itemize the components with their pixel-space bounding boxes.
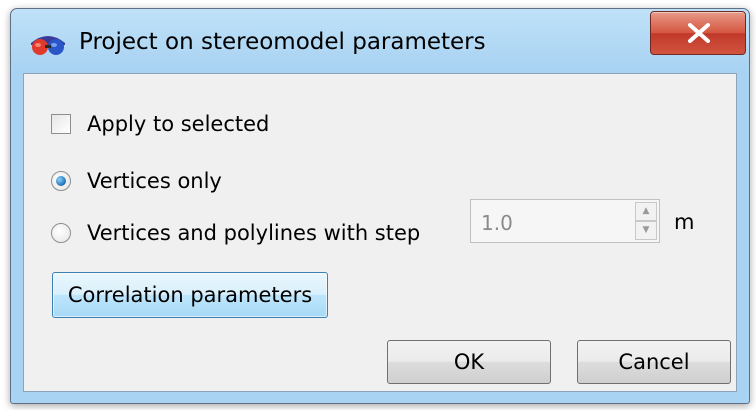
vertices-only-label: Vertices only xyxy=(87,169,222,193)
dialog-window: Project on stereomodel parameters Apply … xyxy=(10,8,750,404)
step-unit-label: m xyxy=(674,210,695,234)
step-value: 1.0 xyxy=(481,211,513,235)
correlation-parameters-button[interactable]: Correlation parameters xyxy=(52,272,328,318)
stereo-glasses-icon xyxy=(29,31,67,57)
vertices-and-polylines-radio[interactable] xyxy=(51,223,71,243)
apply-to-selected-label: Apply to selected xyxy=(87,112,270,136)
close-button[interactable] xyxy=(650,11,746,55)
dialog-title: Project on stereomodel parameters xyxy=(79,29,486,55)
spin-buttons: ▲ ▼ xyxy=(635,202,657,240)
vertices-and-polylines-label: Vertices and polylines with step xyxy=(87,221,421,245)
step-spinbox[interactable]: 1.0 ▲ ▼ xyxy=(470,199,660,243)
apply-to-selected-option[interactable]: Apply to selected xyxy=(51,112,269,136)
vertices-only-radio[interactable] xyxy=(51,171,71,191)
ok-button[interactable]: OK xyxy=(387,340,551,384)
close-x-icon xyxy=(688,23,710,43)
vertices-and-polylines-option[interactable]: Vertices and polylines with step xyxy=(51,221,420,245)
title-bar[interactable]: Project on stereomodel parameters xyxy=(11,9,749,73)
spin-up-icon[interactable]: ▲ xyxy=(635,202,657,221)
cancel-button[interactable]: Cancel xyxy=(577,340,731,384)
apply-to-selected-checkbox[interactable] xyxy=(51,114,71,134)
vertices-only-option[interactable]: Vertices only xyxy=(51,169,222,193)
spin-down-icon[interactable]: ▼ xyxy=(635,221,657,240)
dialog-body: Apply to selected Vertices only Vertices… xyxy=(23,73,737,392)
